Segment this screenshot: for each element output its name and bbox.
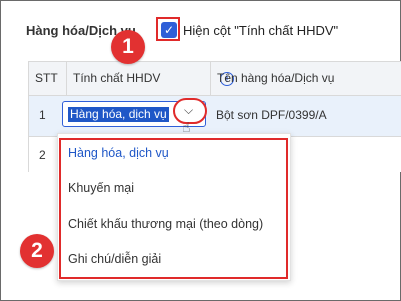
table-header: STT Tính chất HHDV ! Tên hàng hóa/Dịch v… [29,62,401,96]
hand-cursor-icon: ☝ [182,119,191,135]
tinh-chat-select-value: Hàng hóa, dịch vụ [68,107,169,122]
row-stt: 1 [39,108,46,122]
row-ten: Bột sơn DPF/0399/A [216,108,327,122]
row-stt: 2 [39,148,46,162]
column-header-ten: Tên hàng hóa/Dịch vụ [210,62,334,95]
show-column-label[interactable]: Hiện cột "Tính chất HHDV" [183,23,338,38]
dropdown-highlight-frame [59,138,288,279]
checkbox-highlight-frame [156,17,180,41]
table-row[interactable]: 1 Hàng hóa, dịch vụ ⌵ Bột sơn DPF/0399/A [29,96,401,137]
chevron-down-icon[interactable]: ⌵ [184,103,193,118]
step-badge-1: 1 [111,30,145,64]
column-header-tinh-chat-label: Tính chất HHDV [73,71,161,85]
column-header-tinh-chat: Tính chất HHDV ! [66,62,234,95]
step-badge-2: 2 [20,234,54,268]
column-header-stt: STT [35,71,58,85]
